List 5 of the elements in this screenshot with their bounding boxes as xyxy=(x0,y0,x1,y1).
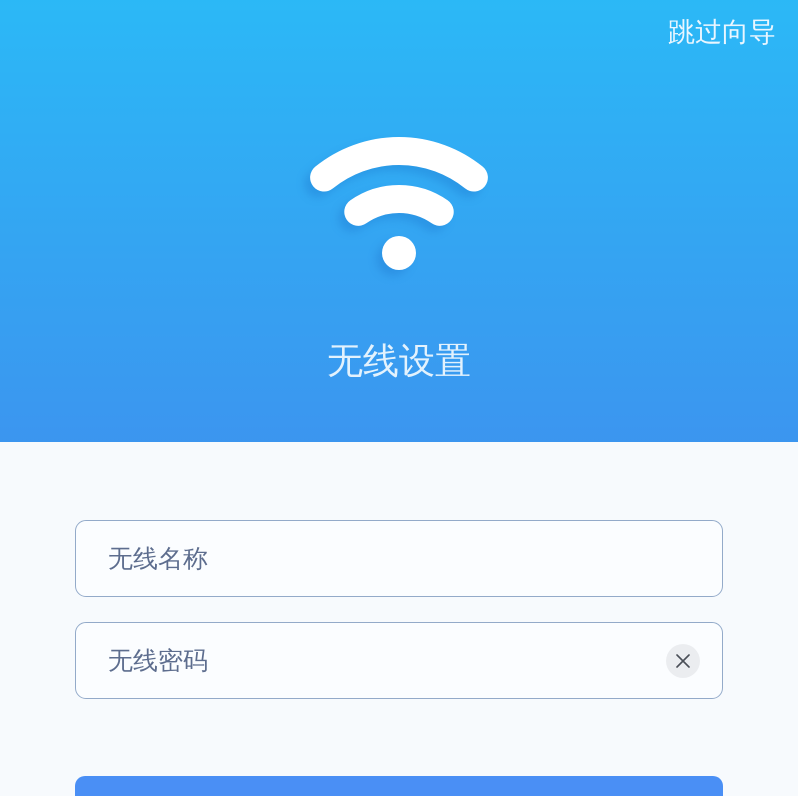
skip-link[interactable]: 跳过向导 xyxy=(668,17,776,50)
text-field[interactable]: 无线名称 xyxy=(75,520,723,597)
page-title: 无线设置 xyxy=(327,340,471,384)
close-icon xyxy=(676,654,690,668)
text-field[interactable]: 无线密码 xyxy=(75,622,723,699)
